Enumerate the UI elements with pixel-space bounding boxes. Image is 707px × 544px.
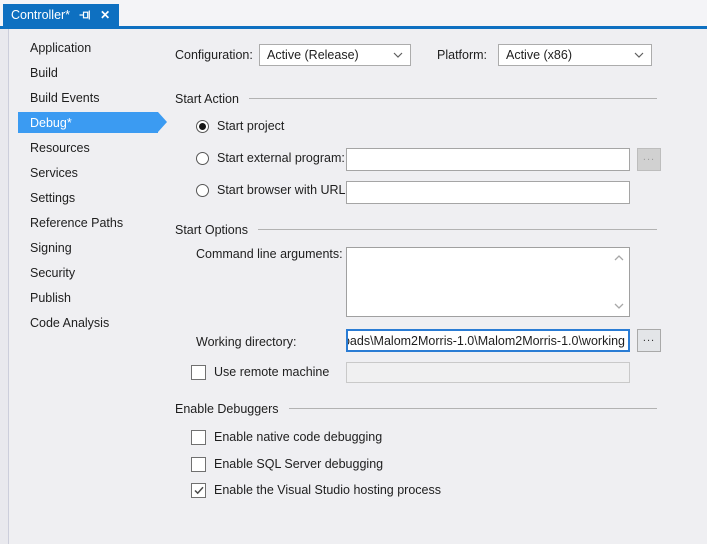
command-line-arguments-textarea[interactable]	[346, 247, 630, 317]
close-icon[interactable]: ✕	[100, 9, 110, 21]
start-project-label: Start project	[217, 119, 284, 133]
enable-debuggers-section-header: Enable Debuggers	[175, 401, 657, 416]
configuration-label: Configuration:	[175, 44, 253, 66]
designer-sidebar: Application Build Build Events Debug* Re…	[18, 35, 158, 335]
sidebar-item-publish[interactable]: Publish	[18, 285, 158, 310]
external-program-browse-button[interactable]: ...	[637, 148, 661, 171]
external-program-input[interactable]	[346, 148, 630, 171]
sidebar-item-application[interactable]: Application	[18, 35, 158, 60]
sidebar-item-signing[interactable]: Signing	[18, 235, 158, 260]
scroll-up-icon[interactable]	[613, 254, 625, 262]
remote-machine-input[interactable]	[346, 362, 630, 383]
start-action-title: Start Action	[175, 92, 239, 106]
checkbox-icon[interactable]	[191, 365, 206, 380]
start-options-section-header: Start Options	[175, 222, 657, 237]
section-divider	[249, 98, 657, 99]
enable-sql-debugging-label: Enable SQL Server debugging	[214, 457, 383, 471]
configuration-value: Active (Release)	[267, 48, 359, 62]
start-options-title: Start Options	[175, 223, 248, 237]
sidebar-item-debug[interactable]: Debug*	[18, 112, 158, 133]
sidebar-item-reference-paths[interactable]: Reference Paths	[18, 210, 158, 235]
platform-dropdown[interactable]: Active (x86)	[498, 44, 652, 66]
checkmark-icon[interactable]	[191, 483, 206, 498]
chevron-down-icon	[634, 52, 644, 58]
start-project-radio-row[interactable]: Start project	[196, 118, 284, 134]
working-directory-label: Working directory:	[196, 331, 297, 353]
enable-sql-debugging-check-row[interactable]: Enable SQL Server debugging	[191, 456, 383, 472]
sidebar-item-resources[interactable]: Resources	[18, 135, 158, 160]
enable-hosting-process-check-row[interactable]: Enable the Visual Studio hosting process	[191, 482, 441, 498]
chevron-down-icon	[393, 52, 403, 58]
use-remote-machine-label: Use remote machine	[214, 365, 329, 379]
sidebar-item-settings[interactable]: Settings	[18, 185, 158, 210]
enable-native-debugging-label: Enable native code debugging	[214, 430, 382, 444]
radio-button-icon[interactable]	[196, 184, 209, 197]
working-directory-input[interactable]: oads\Malom2Morris-1.0\Malom2Morris-1.0\w…	[346, 329, 630, 352]
working-directory-value: oads\Malom2Morris-1.0\Malom2Morris-1.0\w…	[346, 334, 625, 348]
project-designer-window: Controller* ✕ Application Build Build Ev…	[0, 0, 707, 544]
use-remote-machine-check-row[interactable]: Use remote machine	[191, 364, 329, 380]
section-divider	[289, 408, 657, 409]
active-tab-underline	[0, 26, 707, 29]
browser-url-input[interactable]	[346, 181, 630, 204]
enable-debuggers-title: Enable Debuggers	[175, 402, 279, 416]
radio-button-icon[interactable]	[196, 120, 209, 133]
platform-label: Platform:	[437, 44, 487, 66]
tab-controller[interactable]: Controller* ✕	[3, 4, 119, 26]
section-divider	[258, 229, 657, 230]
tab-title: Controller*	[11, 8, 70, 22]
sidebar-item-build-events[interactable]: Build Events	[18, 85, 158, 110]
sidebar-item-security[interactable]: Security	[18, 260, 158, 285]
pin-icon[interactable]	[79, 9, 91, 21]
enable-hosting-process-label: Enable the Visual Studio hosting process	[214, 483, 441, 497]
sidebar-item-build[interactable]: Build	[18, 60, 158, 85]
start-external-program-radio-row[interactable]: Start external program:	[196, 150, 345, 166]
sidebar-item-code-analysis[interactable]: Code Analysis	[18, 310, 158, 335]
left-edge-strip	[0, 29, 9, 544]
start-external-program-label: Start external program:	[217, 151, 345, 165]
working-directory-browse-button[interactable]: ...	[637, 329, 661, 352]
enable-native-debugging-check-row[interactable]: Enable native code debugging	[191, 429, 382, 445]
radio-button-icon[interactable]	[196, 152, 209, 165]
sidebar-item-services[interactable]: Services	[18, 160, 158, 185]
start-browser-url-label: Start browser with URL:	[217, 183, 349, 197]
start-browser-url-radio-row[interactable]: Start browser with URL:	[196, 182, 349, 198]
configuration-dropdown[interactable]: Active (Release)	[259, 44, 411, 66]
start-action-section-header: Start Action	[175, 91, 657, 106]
document-tab-bar: Controller* ✕	[0, 0, 707, 26]
checkbox-icon[interactable]	[191, 430, 206, 445]
platform-value: Active (x86)	[506, 48, 572, 62]
command-line-arguments-label: Command line arguments:	[196, 243, 343, 265]
scroll-down-icon[interactable]	[613, 302, 625, 310]
checkbox-icon[interactable]	[191, 457, 206, 472]
